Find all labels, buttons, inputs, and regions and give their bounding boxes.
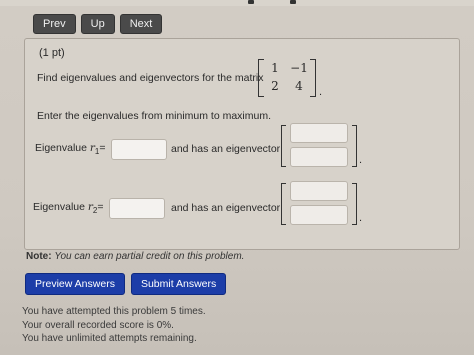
eigenvector-2 [281,181,357,227]
eigenvector-1-input-top[interactable] [290,123,348,143]
top-dot [290,0,296,4]
eigenvalue-2-input[interactable] [109,198,165,219]
problem-card: (1 pt) Find eigenvalues and eigenvectors… [24,38,460,250]
eigenvector-1-right-bracket [352,125,357,167]
top-dot [248,0,254,4]
attempts-count: You have attempted this problem 5 times. [22,306,206,317]
eigenvector-1-label: and has an eigenvector [171,143,281,155]
page: Prev Up Next (1 pt) Find eigenvalues and… [0,0,474,355]
next-button[interactable]: Next [119,14,163,34]
eigenvector-2-period: . [359,212,363,224]
eigenvalue-1-label: Eigenvalue r1= [35,142,106,157]
matrix-cell-r2c2: 4 [295,79,303,93]
partial-credit-note: Note: You can earn partial credit on thi… [26,251,244,262]
answer-actions: Preview Answers Submit Answers [25,273,227,295]
eigenvector-1-input-bottom[interactable] [290,147,348,167]
eigenvector-2-label: and has an eigenvector [171,202,281,214]
eigenvalue-1-input[interactable] [111,139,167,160]
attempt-status: You have attempted this problem 5 times.… [22,305,206,346]
eigenvector-2-input-bottom[interactable] [290,205,348,225]
eigenvector-2-right-bracket [352,183,357,225]
eigenvector-2-input-top[interactable] [290,181,348,201]
eigenvector-1 [281,123,357,169]
top-strip [0,0,474,6]
eigenvector-1-left-bracket [281,125,286,167]
eigenvector-2-left-bracket [281,183,286,225]
problem-points: (1 pt) [39,47,65,59]
problem-question: Find eigenvalues and eigenvectors for th… [37,72,264,84]
eigenvalue-2-label: Eigenvalue r2= [33,201,104,216]
matrix-period: . [319,86,323,98]
instruction-text: Enter the eigenvalues from minimum to ma… [37,110,271,122]
up-button[interactable]: Up [80,14,115,34]
matrix-cell-r1c2: −1 [290,61,308,75]
matrix-cell-r1c1: 1 [271,61,279,75]
recorded-score: Your overall recorded score is 0%. [22,319,174,331]
prev-button[interactable]: Prev [33,14,76,34]
note-text: You can earn partial credit on this prob… [54,251,245,262]
attempts-remaining: You have unlimited attempts remaining. [22,333,197,344]
submit-answers-button[interactable]: Submit Answers [130,273,227,295]
eigenvector-1-period: . [359,154,363,166]
matrix: 1 −1 2 4 [258,59,316,97]
matrix-right-bracket [310,59,316,97]
matrix-cell-r2c1: 2 [271,79,279,93]
preview-answers-button[interactable]: Preview Answers [25,273,125,295]
problem-navigation: Prev Up Next [33,14,163,34]
note-label: Note: [26,251,52,262]
